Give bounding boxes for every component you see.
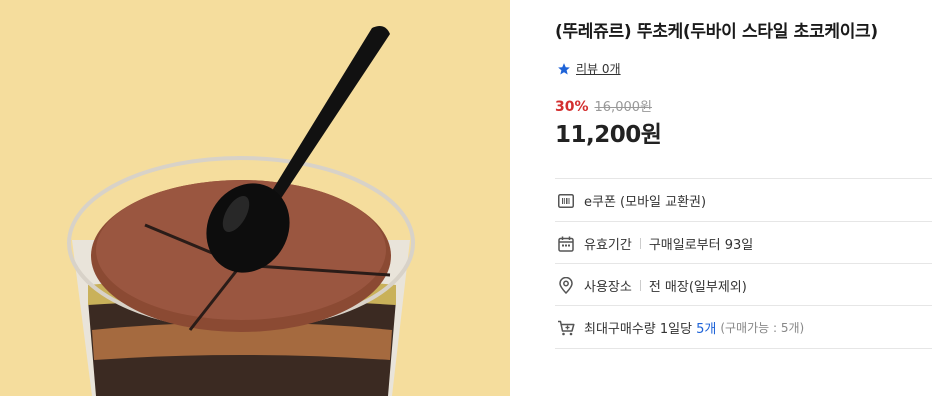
purchase-limit-label: 최대구매수량 1일당 bbox=[584, 322, 693, 337]
purchase-limit-value: 5개 bbox=[696, 322, 717, 337]
validity-label: 유효기간 bbox=[584, 238, 632, 253]
coupon-type-row: e쿠폰 (모바일 교환권) bbox=[557, 191, 706, 210]
barcode-icon bbox=[557, 192, 575, 210]
original-price: 16,000원 bbox=[594, 100, 652, 115]
divider bbox=[555, 348, 932, 349]
sale-price: 11,200원 bbox=[555, 122, 662, 148]
coupon-type-text: e쿠폰 (모바일 교환권) bbox=[584, 195, 707, 210]
divider bbox=[555, 178, 932, 179]
product-title: (뚜레쥬르) 뚜초케(두바이 스타일 초코케이크) bbox=[555, 22, 878, 42]
review-summary[interactable]: 리뷰 0개 bbox=[557, 60, 621, 77]
usage-place-value: 전 매장(일부제외) bbox=[648, 280, 747, 295]
separator bbox=[639, 280, 641, 291]
review-count-link[interactable]: 리뷰 0개 bbox=[576, 60, 621, 77]
purchase-limit-row: 최대구매수량 1일당 5개 (구매가능 : 5개) bbox=[557, 318, 804, 337]
divider bbox=[555, 263, 932, 264]
star-icon bbox=[558, 62, 570, 75]
discount-rate: 30% bbox=[555, 99, 589, 115]
divider bbox=[555, 221, 932, 222]
product-image bbox=[0, 0, 510, 396]
validity-value: 구매일로부터 93일 bbox=[648, 238, 754, 253]
product-info-panel: (뚜레쥬르) 뚜초케(두바이 스타일 초코케이크) 리뷰 0개 30% 16,0… bbox=[555, 0, 932, 396]
separator bbox=[639, 238, 641, 249]
divider bbox=[555, 305, 932, 306]
purchase-limit-note: (구매가능 : 5개) bbox=[720, 321, 805, 335]
cart-icon bbox=[557, 319, 575, 337]
usage-place-row: 사용장소 전 매장(일부제외) bbox=[557, 276, 747, 295]
validity-row: 유효기간 구매일로부터 93일 bbox=[557, 234, 753, 253]
cake-illustration bbox=[0, 0, 510, 396]
price-discount-row: 30% 16,000원 bbox=[555, 96, 652, 115]
location-pin-icon bbox=[557, 277, 575, 295]
calendar-icon bbox=[557, 235, 575, 253]
usage-place-label: 사용장소 bbox=[584, 280, 632, 295]
